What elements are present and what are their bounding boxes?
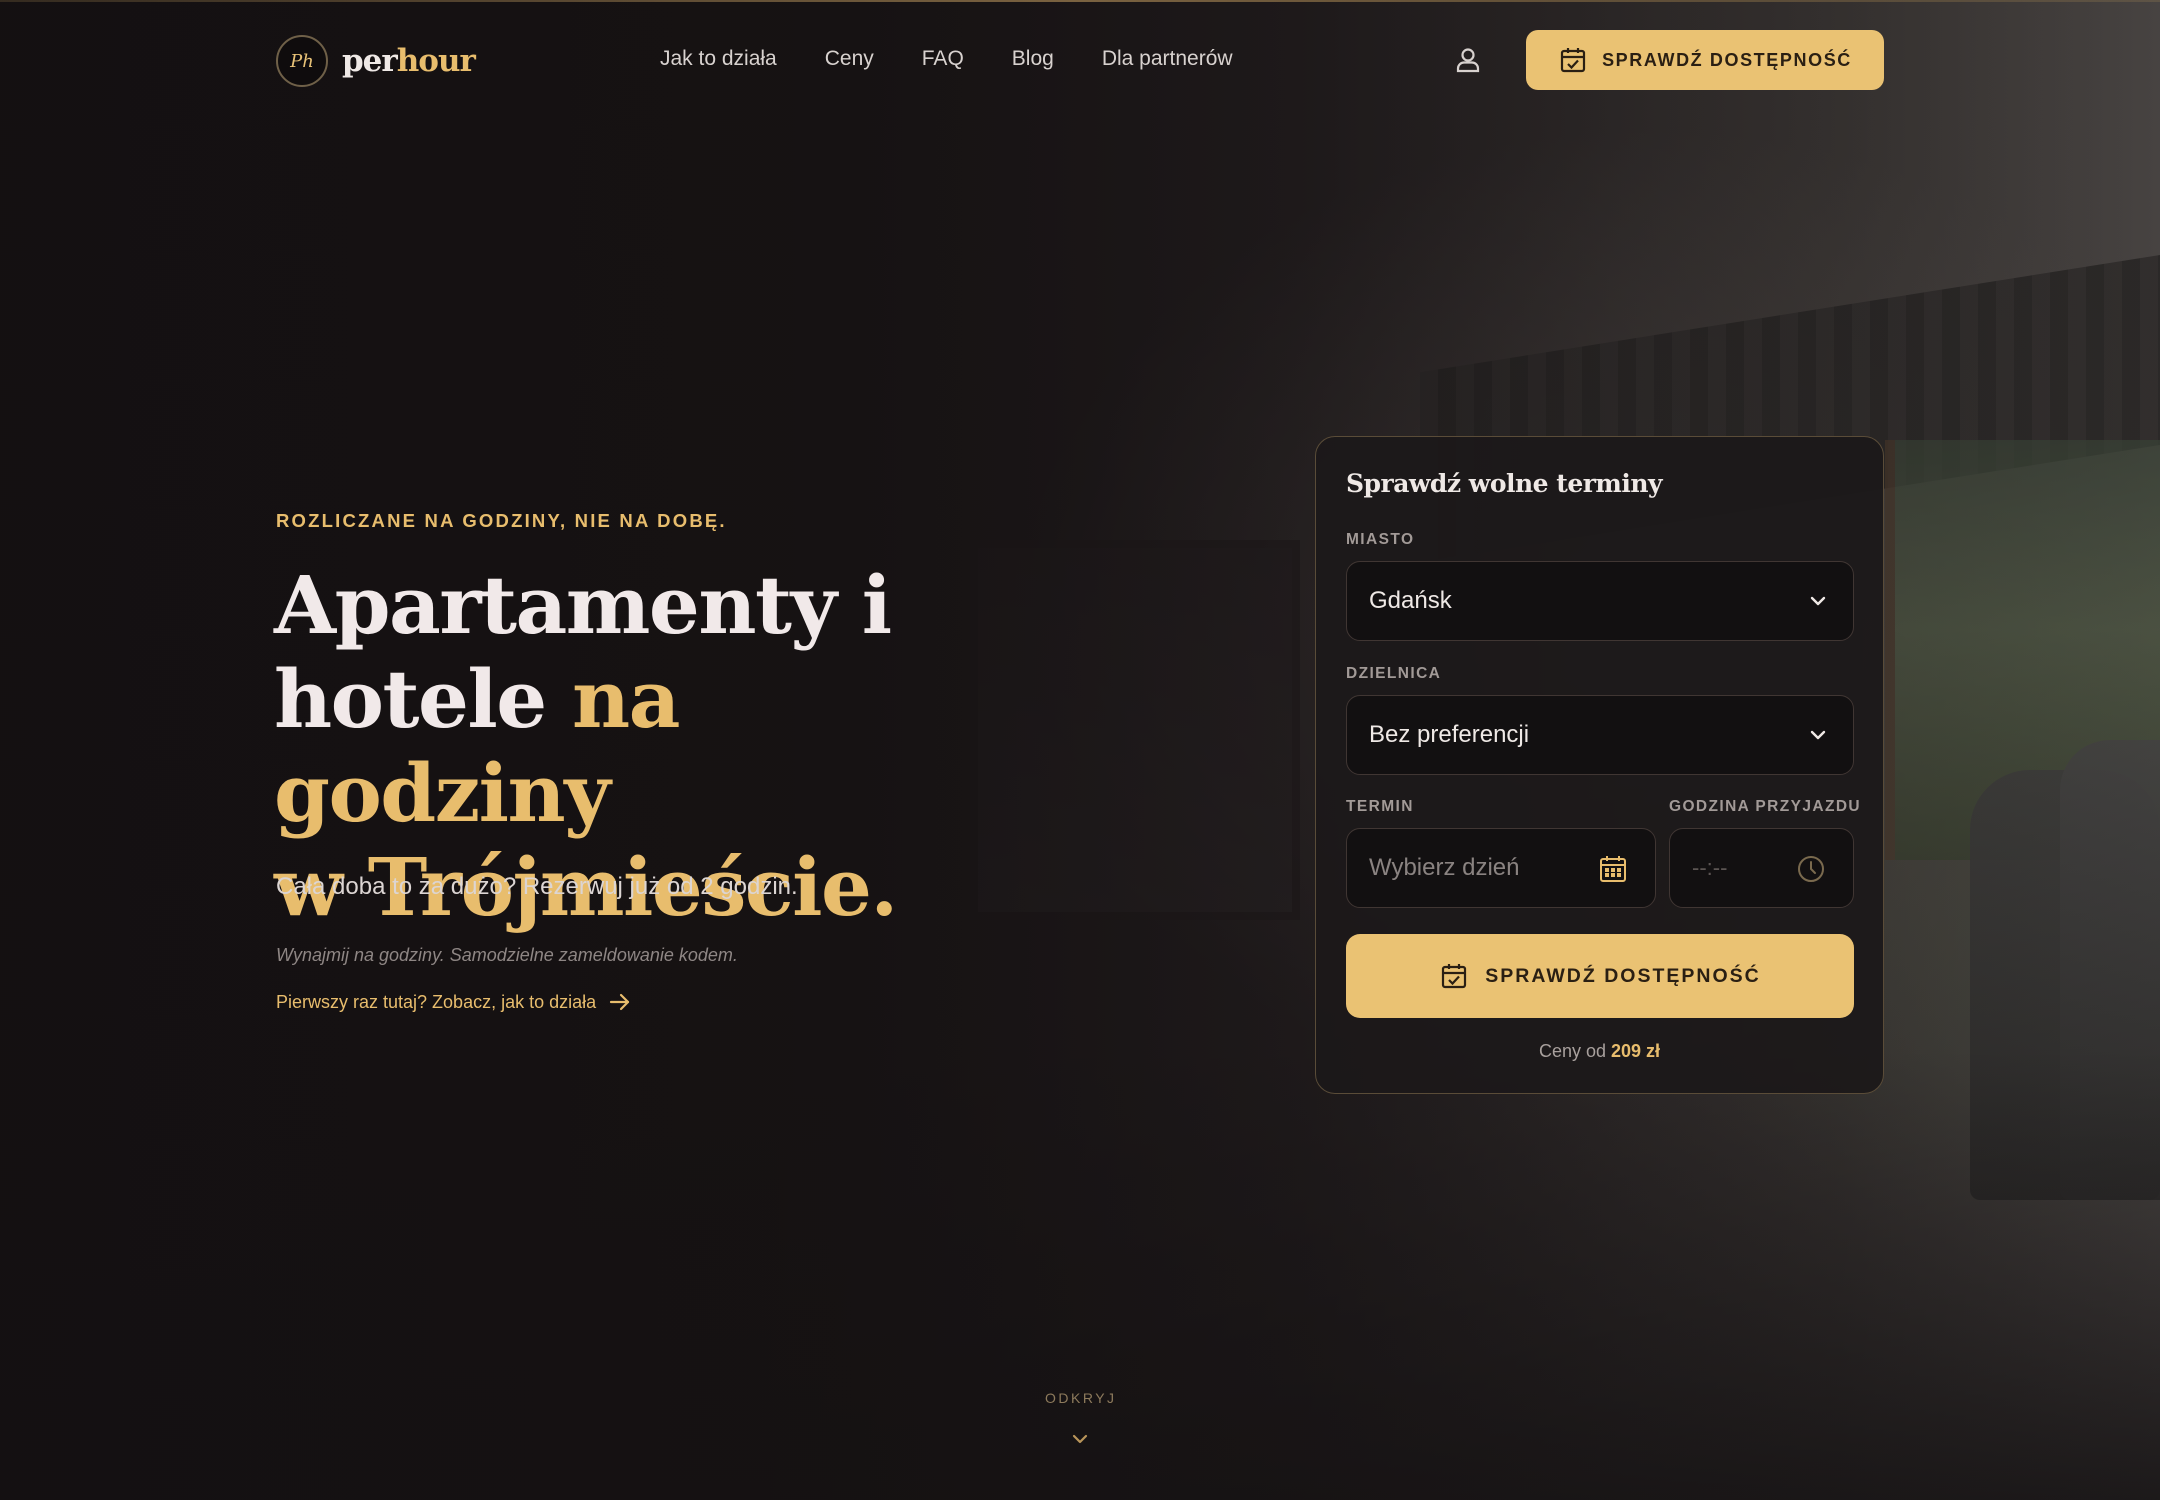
nav-prices[interactable]: Ceny xyxy=(825,47,874,71)
clock-icon xyxy=(1795,853,1827,885)
calendar-check-icon xyxy=(1439,961,1469,991)
calendar-check-icon xyxy=(1558,45,1588,75)
city-select[interactable]: Gdańsk xyxy=(1346,561,1854,641)
user-icon[interactable] xyxy=(1452,44,1484,76)
logo[interactable]: Ph perhour xyxy=(276,35,476,87)
chevron-down-icon xyxy=(1807,724,1829,746)
nav-blog[interactable]: Blog xyxy=(1012,47,1054,71)
calendar-icon xyxy=(1597,853,1629,885)
hero-note: Wynajmij na godziny. Samodzielne zameldo… xyxy=(276,945,738,965)
price-note: Ceny od 209 zł xyxy=(1316,1041,1883,1062)
hero-lead: Cała doba to za dużo? Rezerwuj już od 2 … xyxy=(276,873,798,900)
district-value: Bez preferencji xyxy=(1369,721,1530,748)
chevron-down-icon[interactable] xyxy=(1069,1428,1091,1450)
chevron-down-icon xyxy=(1807,590,1829,612)
check-availability-label: SPRAWDŹ DOSTĘPNOŚĆ xyxy=(1485,964,1761,987)
top-accent-line xyxy=(0,0,2160,2)
date-placeholder: Wybierz dzień xyxy=(1369,854,1520,881)
discover-label[interactable]: ODKRYJ xyxy=(1045,1390,1115,1406)
arrow-right-icon xyxy=(608,990,632,1014)
main-nav: Jak to działa Ceny FAQ Blog Dla partneró… xyxy=(660,47,1233,71)
nav-faq[interactable]: FAQ xyxy=(922,47,964,71)
header-check-availability-button[interactable]: SPRAWDŹ DOSTĘPNOŚĆ xyxy=(1526,30,1884,90)
how-it-works-link[interactable]: Pierwszy raz tutaj? Zobacz, jak to dział… xyxy=(276,990,632,1014)
headline-line-2-plain: hotele xyxy=(274,652,573,746)
time-label: GODZINA PRZYJAZDU xyxy=(1669,798,1862,815)
district-label: DZIELNICA xyxy=(1346,665,1442,682)
logo-monogram: Ph xyxy=(276,35,328,87)
how-it-works-link-label: Pierwszy raz tutaj? Zobacz, jak to dział… xyxy=(276,991,597,1012)
page: Ph perhour Jak to działa Ceny FAQ Blog D… xyxy=(0,0,2160,1500)
date-label: TERMIN xyxy=(1346,798,1414,815)
time-placeholder: --:-- xyxy=(1692,855,1728,880)
booking-card-title: Sprawdź wolne terminy xyxy=(1346,469,1663,498)
check-availability-button[interactable]: SPRAWDŹ DOSTĘPNOŚĆ xyxy=(1346,934,1854,1018)
logo-wordmark: perhour xyxy=(342,43,476,79)
headline-line-1: Apartamenty i xyxy=(274,558,892,652)
site-header: Ph perhour Jak to działa Ceny FAQ Blog D… xyxy=(276,30,1884,92)
city-value: Gdańsk xyxy=(1369,587,1452,614)
district-select[interactable]: Bez preferencji xyxy=(1346,695,1854,775)
time-input[interactable]: --:-- xyxy=(1669,828,1854,908)
nav-partners[interactable]: Dla partnerów xyxy=(1102,47,1233,71)
booking-card: Sprawdź wolne terminy MIASTO Gdańsk DZIE… xyxy=(1315,436,1884,1094)
header-cta-label: SPRAWDŹ DOSTĘPNOŚĆ xyxy=(1602,49,1852,70)
nav-how-it-works[interactable]: Jak to działa xyxy=(660,47,777,71)
logo-text-per: per xyxy=(342,43,398,79)
date-input[interactable]: Wybierz dzień xyxy=(1346,828,1656,908)
city-label: MIASTO xyxy=(1346,531,1415,548)
logo-text-hour: hour xyxy=(396,43,476,79)
hero-eyebrow: ROZLICZANE NA GODZINY, NIE NA DOBĘ. xyxy=(276,510,727,531)
price-prefix: Ceny od xyxy=(1538,1041,1611,1061)
price-value: 209 zł xyxy=(1611,1041,1661,1061)
